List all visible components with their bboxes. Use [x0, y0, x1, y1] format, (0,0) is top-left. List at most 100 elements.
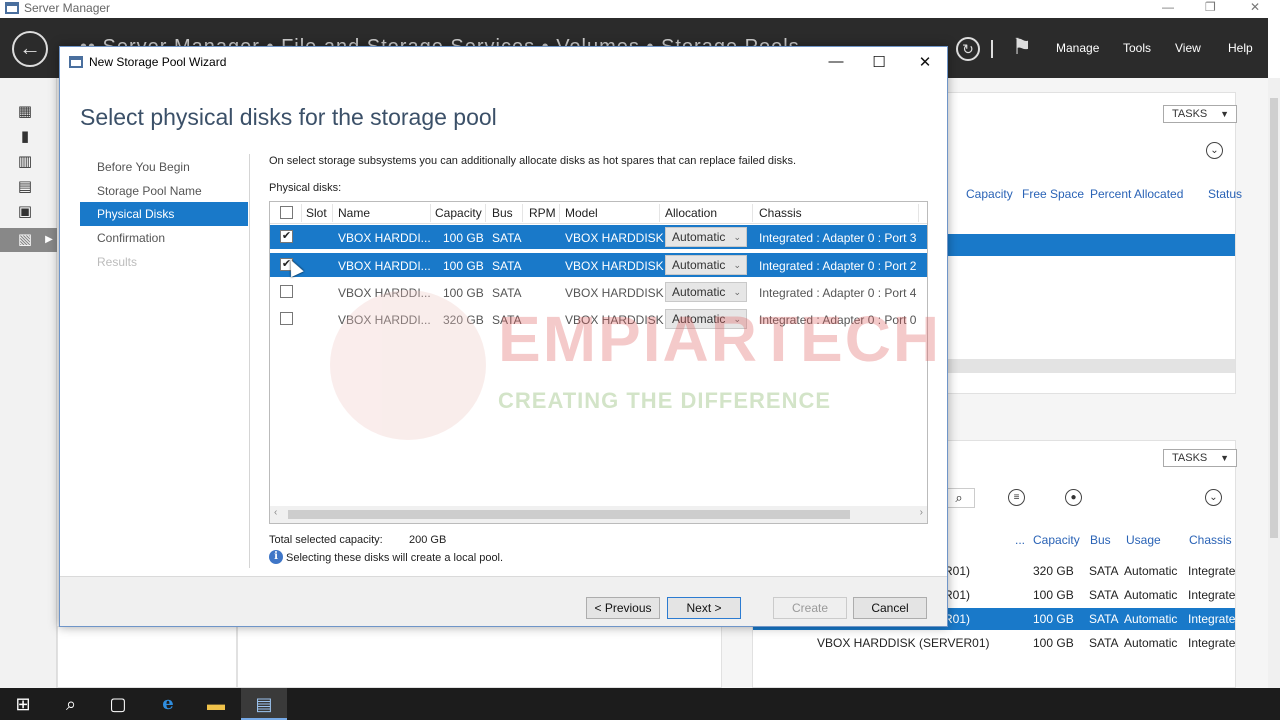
local-server-icon[interactable]: ▮	[16, 129, 34, 145]
info-text: Selecting these disks will create a loca…	[286, 552, 504, 564]
col-percent-allocated[interactable]: Percent Allocated	[1090, 187, 1183, 201]
scroll-thumb[interactable]	[1270, 98, 1278, 538]
storage-services-icon[interactable]: ▧	[16, 232, 34, 248]
wizard-titlebar: New Storage Pool Wizard — ☐ ✕	[60, 47, 947, 77]
search-icon[interactable]: ⌕	[48, 688, 94, 720]
col-capacity[interactable]: Capacity	[1033, 533, 1080, 547]
col-bus[interactable]: Bus	[492, 206, 513, 220]
col-free-space[interactable]: Free Space	[1022, 187, 1084, 201]
disk-chassis: Integrate	[1188, 636, 1236, 650]
refresh-icon[interactable]: ↻	[956, 37, 980, 61]
column-divider	[485, 204, 486, 222]
menu-help[interactable]: Help	[1228, 41, 1253, 55]
wizard-minimize-icon[interactable]: —	[826, 53, 846, 70]
menu-manage[interactable]: Manage	[1056, 41, 1099, 55]
select-all-checkbox[interactable]	[280, 206, 293, 219]
close-icon[interactable]: ✕	[1250, 0, 1260, 14]
chevron-down-icon: ⌄	[733, 260, 741, 270]
next-button[interactable]: Next >	[667, 597, 741, 619]
minimize-icon[interactable]: —	[1162, 0, 1174, 14]
disk-bus: SATA	[1089, 636, 1119, 650]
cancel-button[interactable]: Cancel	[853, 597, 927, 619]
pools-hscroll[interactable]	[931, 359, 1235, 373]
disk-capacity: 100 GB	[1033, 588, 1074, 602]
disk-checkbox[interactable]	[280, 312, 293, 325]
allocation-dropdown[interactable]: Automatic ⌄	[665, 255, 747, 275]
column-divider	[659, 204, 660, 222]
nav-results: Results	[97, 255, 138, 269]
notifications-flag-icon[interactable]: ⚑	[1012, 34, 1032, 60]
nav-storage-pool-name[interactable]: Storage Pool Name	[80, 179, 248, 203]
wizard-maximize-icon[interactable]: ☐	[869, 53, 889, 71]
col-chassis[interactable]: Chassis	[1189, 533, 1232, 547]
column-divider	[918, 204, 919, 222]
server-manager-vscroll[interactable]	[1268, 78, 1280, 688]
file-services-icon[interactable]: ▤	[16, 179, 34, 195]
nav-physical-disks[interactable]: Physical Disks	[80, 202, 248, 226]
virtual-disks-panel	[237, 626, 722, 688]
disk-checkbox[interactable]	[280, 285, 293, 298]
grid-horizontal-scrollbar[interactable]: ‹ ›	[270, 506, 927, 523]
disk-chassis: Integrated : Adapter 0 : Port 3	[759, 231, 917, 245]
pool-row-selected[interactable]	[931, 234, 1235, 256]
scroll-right-icon[interactable]: ›	[920, 507, 923, 518]
scroll-thumb[interactable]	[288, 510, 850, 519]
allocation-dropdown[interactable]: Automatic ⌄	[665, 227, 747, 247]
scroll-left-icon[interactable]: ‹	[274, 507, 277, 518]
page-title: Select physical disks for the storage po…	[80, 104, 497, 130]
menu-tools[interactable]: Tools	[1123, 41, 1151, 55]
all-servers-icon[interactable]: ▥	[16, 154, 34, 170]
col-chassis[interactable]: Chassis	[759, 206, 802, 220]
disks-tasks-button[interactable]: TASKS ▼	[1163, 449, 1237, 467]
volumes-panel	[57, 626, 237, 688]
server-manager-sidebar: ▦ ▮ ▥ ▤ ▣ ▧ ▶	[0, 78, 57, 688]
back-arrow-icon[interactable]: ←	[12, 31, 48, 67]
disk-capacity: 100 GB	[443, 231, 484, 245]
filter-options-icon[interactable]: ●	[1065, 489, 1082, 506]
dashboard-icon[interactable]: ▦	[16, 104, 34, 120]
column-divider	[559, 204, 560, 222]
col-slot[interactable]: Slot	[306, 206, 327, 220]
col-capacity[interactable]: Capacity	[435, 206, 482, 220]
col-usage[interactable]: Usage	[1126, 533, 1161, 547]
disk-name: VBOX HARDDISK (SERVER01)	[817, 636, 990, 650]
list-options-icon[interactable]: ≡	[1008, 489, 1025, 506]
col-rpm[interactable]: RPM	[529, 206, 556, 220]
disk-row[interactable]: VBOX HARDDI... 100 GB SATA VBOX HARDDISK…	[270, 280, 927, 304]
col-more[interactable]: ...	[1015, 533, 1025, 547]
iis-icon[interactable]: ▣	[16, 204, 34, 220]
task-view-icon[interactable]: ▢	[95, 688, 141, 720]
col-allocation[interactable]: Allocation	[665, 206, 717, 220]
menu-view[interactable]: View	[1175, 41, 1201, 55]
server-manager-taskbar-icon[interactable]: ▤	[241, 688, 287, 720]
wizard-app-icon	[69, 56, 83, 68]
col-model[interactable]: Model	[565, 206, 598, 220]
disk-capacity: 320 GB	[1033, 564, 1074, 578]
disk-chassis: Integrate	[1188, 564, 1236, 578]
previous-button[interactable]: < Previous	[586, 597, 660, 619]
col-name[interactable]: Name	[338, 206, 370, 220]
col-bus[interactable]: Bus	[1090, 533, 1111, 547]
allocation-dropdown[interactable]: Automatic ⌄	[665, 282, 747, 302]
internet-explorer-icon[interactable]: e	[145, 688, 191, 720]
col-status[interactable]: Status	[1208, 187, 1242, 201]
nav-confirmation[interactable]: Confirmation	[80, 226, 248, 250]
restore-icon[interactable]: ❐	[1205, 0, 1216, 14]
disk-capacity: 100 GB	[1033, 612, 1074, 626]
windows-start-icon[interactable]: ⊞	[0, 688, 46, 720]
file-explorer-icon[interactable]: ▬	[193, 688, 239, 720]
nav-before-you-begin[interactable]: Before You Begin	[80, 155, 248, 179]
disks-expand-icon[interactable]: ⌄	[1205, 489, 1222, 506]
disk-checkbox-checked[interactable]: ✔	[280, 230, 293, 243]
chevron-down-icon: ▼	[1220, 453, 1229, 463]
pools-expand-icon[interactable]: ⌄	[1206, 142, 1223, 159]
expand-arrow-icon[interactable]: ▶	[40, 232, 58, 248]
disk-row[interactable]: VBOX HARDDI... 320 GB SATA VBOX HARDDISK…	[270, 307, 927, 331]
disk-row[interactable]: ✔ VBOX HARDDI... 100 GB SATA VBOX HARDDI…	[270, 225, 927, 249]
disk-row[interactable]: ✔ VBOX HARDDI... 100 GB SATA VBOX HARDDI…	[270, 253, 927, 277]
pools-tasks-button[interactable]: TASKS ▼	[1163, 105, 1237, 123]
wizard-close-icon[interactable]: ✕	[915, 53, 935, 71]
col-capacity[interactable]: Capacity	[966, 187, 1013, 201]
allocation-dropdown[interactable]: Automatic ⌄	[665, 309, 747, 329]
disk-chassis: Integrated : Adapter 0 : Port 4	[759, 286, 917, 300]
